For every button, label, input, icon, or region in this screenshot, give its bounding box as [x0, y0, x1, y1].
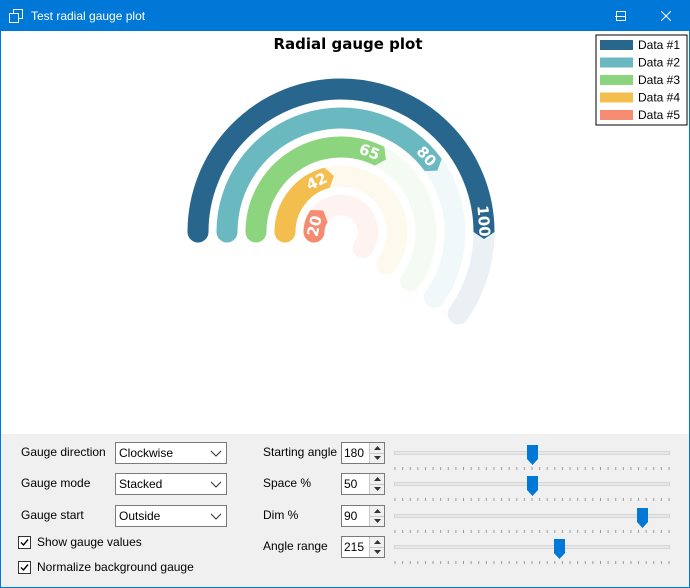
- legend-label: Data #3: [638, 73, 680, 87]
- slider-ticks: [394, 530, 670, 533]
- starting-angle-spinbox[interactable]: 180: [341, 442, 385, 464]
- dim-value: 90: [344, 509, 358, 523]
- spin-down-button[interactable]: [370, 516, 384, 526]
- gauge-start-value: Outside: [119, 509, 161, 523]
- controls-panel: Gauge direction Clockwise Gauge mode Sta…: [1, 434, 689, 587]
- dim-spinbox[interactable]: 90: [341, 505, 385, 527]
- angle-range-label: Angle range: [263, 539, 328, 553]
- starting-angle-slider[interactable]: [394, 445, 670, 474]
- legend-swatch: [600, 92, 633, 103]
- gauge-direction-select[interactable]: Clockwise: [115, 442, 227, 464]
- chevron-up-icon: [373, 477, 381, 481]
- slider-thumb[interactable]: [526, 476, 538, 496]
- legend: Data #1 Data #2 Data #3 Data #4 Data #5: [595, 34, 688, 126]
- legend-swatch: [600, 40, 633, 50]
- spin-down-button[interactable]: [370, 547, 384, 557]
- slider-thumb[interactable]: [526, 445, 538, 465]
- chevron-up-icon: [373, 540, 381, 544]
- gauge-mode-value: Stacked: [119, 477, 163, 491]
- normalize-background-gauge-checkbox[interactable]: Normalize background gauge: [18, 560, 194, 574]
- chevron-up-icon: [373, 509, 381, 513]
- dim-label: Dim %: [263, 508, 299, 522]
- legend-swatch: [600, 110, 633, 120]
- gauge-direction-label: Gauge direction: [21, 445, 106, 459]
- space-value: 50: [344, 477, 358, 491]
- gauge-arc-start-cap: [245, 221, 267, 243]
- angle-range-slider[interactable]: [394, 539, 670, 568]
- normalize-background-gauge-label: Normalize background gauge: [37, 560, 194, 574]
- starting-angle-label: Starting angle: [263, 445, 338, 459]
- legend-swatch: [600, 75, 633, 85]
- gauge-mode-label: Gauge mode: [21, 476, 91, 490]
- checkmark-icon: [20, 538, 29, 546]
- gauge-value-label: 100: [473, 205, 493, 238]
- gauge-arc-start-cap: [187, 221, 209, 243]
- dim-slider[interactable]: [394, 508, 670, 537]
- gauge-start-select[interactable]: Outside: [115, 505, 227, 527]
- chevron-down-icon: [373, 456, 381, 460]
- legend-label: Data #4: [638, 91, 680, 105]
- chevron-down-icon: [373, 487, 381, 491]
- show-gauge-values-label: Show gauge values: [37, 535, 142, 549]
- checkbox-box[interactable]: [18, 535, 31, 549]
- maximize-button[interactable]: [598, 1, 644, 31]
- slider-ticks: [394, 467, 670, 470]
- angle-range-spinbox[interactable]: 215: [341, 536, 385, 558]
- gauge-arc-start-cap: [274, 221, 296, 243]
- show-gauge-values-checkbox[interactable]: Show gauge values: [18, 535, 142, 549]
- space-label: Space %: [263, 476, 312, 490]
- maximize-icon: [616, 11, 626, 21]
- title-bar[interactable]: Test radial gauge plot: [1, 1, 689, 31]
- chevron-down-icon: [210, 513, 222, 520]
- gauge-start-label: Gauge start: [21, 508, 84, 522]
- slider-track: [394, 514, 670, 518]
- legend-swatch: [600, 57, 633, 68]
- plot-area[interactable]: Radial gauge plot 100 80 65 42 20 Data #1 Dat…: [1, 31, 689, 434]
- slider-ticks: [394, 561, 670, 564]
- radial-gauge-chart: Radial gauge plot 10080654220 Data #1Dat…: [187, 34, 688, 325]
- chart-title: Radial gauge plot: [273, 35, 422, 53]
- legend-label: Data #1: [638, 38, 680, 52]
- slider-track: [394, 545, 670, 549]
- starting-angle-value: 180: [344, 446, 365, 460]
- gauge-mode-select[interactable]: Stacked: [115, 473, 227, 495]
- space-slider[interactable]: [394, 476, 670, 505]
- chevron-down-icon: [373, 519, 381, 523]
- slider-thumb[interactable]: [636, 508, 648, 528]
- checkbox-box[interactable]: [18, 560, 31, 574]
- gauge-arc-start-cap: [216, 221, 238, 243]
- app-window: Test radial gauge plot Radial gauge plot…: [0, 0, 690, 588]
- checkmark-icon: [20, 563, 29, 571]
- close-icon: [661, 11, 671, 21]
- gauge-direction-value: Clockwise: [119, 446, 174, 460]
- window-title: Test radial gauge plot: [31, 9, 146, 23]
- legend-label: Data #5: [638, 108, 680, 122]
- chevron-down-icon: [210, 481, 222, 488]
- angle-range-value: 215: [344, 540, 365, 554]
- app-icon: [9, 9, 23, 23]
- space-spinbox[interactable]: 50: [341, 473, 385, 495]
- spin-down-button[interactable]: [370, 453, 384, 463]
- close-button[interactable]: [643, 1, 689, 31]
- legend-label: Data #2: [638, 56, 680, 70]
- spin-down-button[interactable]: [370, 484, 384, 494]
- chevron-up-icon: [373, 446, 381, 450]
- chevron-down-icon: [373, 550, 381, 554]
- slider-ticks: [394, 498, 670, 501]
- chevron-down-icon: [210, 450, 222, 457]
- slider-thumb[interactable]: [554, 539, 566, 559]
